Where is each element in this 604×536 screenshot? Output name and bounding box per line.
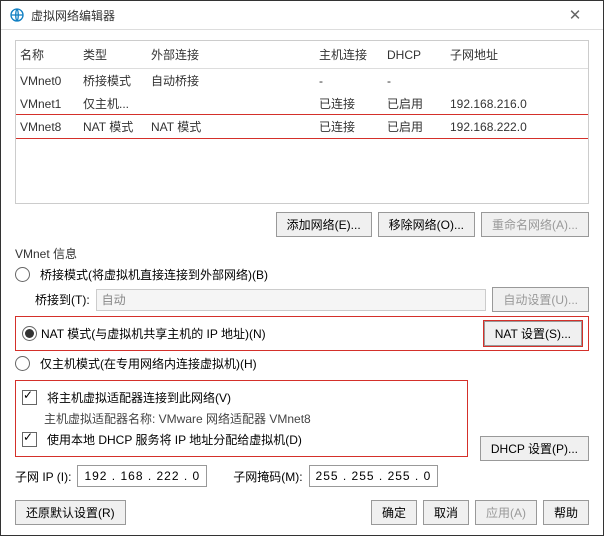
col-ext[interactable]: 外部连接 xyxy=(147,41,315,69)
nat-settings-button[interactable]: NAT 设置(S)... xyxy=(484,321,582,346)
bridge-label: 桥接模式(将虚拟机直接连接到外部网络)(B) xyxy=(40,266,268,283)
hostonly-radio[interactable] xyxy=(15,356,30,371)
adapter-name-text: 主机虚拟适配器名称: VMware 网络适配器 VMnet8 xyxy=(44,410,461,427)
col-host[interactable]: 主机连接 xyxy=(315,41,383,69)
close-icon[interactable]: ✕ xyxy=(555,6,595,24)
auto-settings-button: 自动设置(U)... xyxy=(492,287,589,312)
subnet-ip-label: 子网 IP (I): xyxy=(15,468,71,485)
col-name[interactable]: 名称 xyxy=(16,41,79,69)
bridge-radio[interactable] xyxy=(15,267,30,282)
bridge-to-label: 桥接到(T): xyxy=(35,291,90,308)
network-table[interactable]: 名称 类型 外部连接 主机连接 DHCP 子网地址 VMnet0桥接模式自动桥接… xyxy=(15,40,589,204)
remove-network-button[interactable]: 移除网络(O)... xyxy=(378,212,475,237)
titlebar: 虚拟网络编辑器 ✕ xyxy=(1,1,603,30)
vmnet-info-label: VMnet 信息 xyxy=(15,245,589,262)
adapter-label: 将主机虚拟适配器连接到此网络(V) xyxy=(47,389,231,406)
subnet-mask-input[interactable]: 255 . 255 . 255 . 0 xyxy=(309,465,439,487)
subnet-mask-label: 子网掩码(M): xyxy=(233,468,302,485)
cancel-button[interactable]: 取消 xyxy=(423,500,469,525)
table-row[interactable]: VMnet1仅主机...已连接已启用192.168.216.0 xyxy=(16,92,588,115)
subnet-ip-input[interactable]: 192 . 168 . 222 . 0 xyxy=(77,465,207,487)
restore-defaults-button[interactable]: 还原默认设置(R) xyxy=(15,500,126,525)
window-title: 虚拟网络编辑器 xyxy=(31,7,555,24)
nat-radio[interactable] xyxy=(22,326,37,341)
nat-label: NAT 模式(与虚拟机共享主机的 IP 地址)(N) xyxy=(41,325,266,342)
dhcp-settings-button[interactable]: DHCP 设置(P)... xyxy=(480,436,589,461)
col-type[interactable]: 类型 xyxy=(79,41,147,69)
help-button[interactable]: 帮助 xyxy=(543,500,589,525)
dhcp-label: 使用本地 DHCP 服务将 IP 地址分配给虚拟机(D) xyxy=(47,431,302,448)
add-network-button[interactable]: 添加网络(E)... xyxy=(276,212,372,237)
rename-network-button: 重命名网络(A)... xyxy=(481,212,589,237)
hostonly-label: 仅主机模式(在专用网络内连接虚拟机)(H) xyxy=(40,355,257,372)
col-dhcp[interactable]: DHCP xyxy=(383,41,446,69)
adapter-checkbox[interactable] xyxy=(22,390,37,405)
table-row[interactable]: VMnet0桥接模式自动桥接-- xyxy=(16,69,588,93)
col-subnet[interactable]: 子网地址 xyxy=(446,41,588,69)
apply-button: 应用(A) xyxy=(475,500,537,525)
ok-button[interactable]: 确定 xyxy=(371,500,417,525)
app-icon xyxy=(9,7,25,23)
table-row[interactable]: VMnet8NAT 模式NAT 模式已连接已启用192.168.222.0 xyxy=(16,115,588,138)
dhcp-checkbox[interactable] xyxy=(22,432,37,447)
bridge-dropdown: 自动 xyxy=(96,289,487,311)
